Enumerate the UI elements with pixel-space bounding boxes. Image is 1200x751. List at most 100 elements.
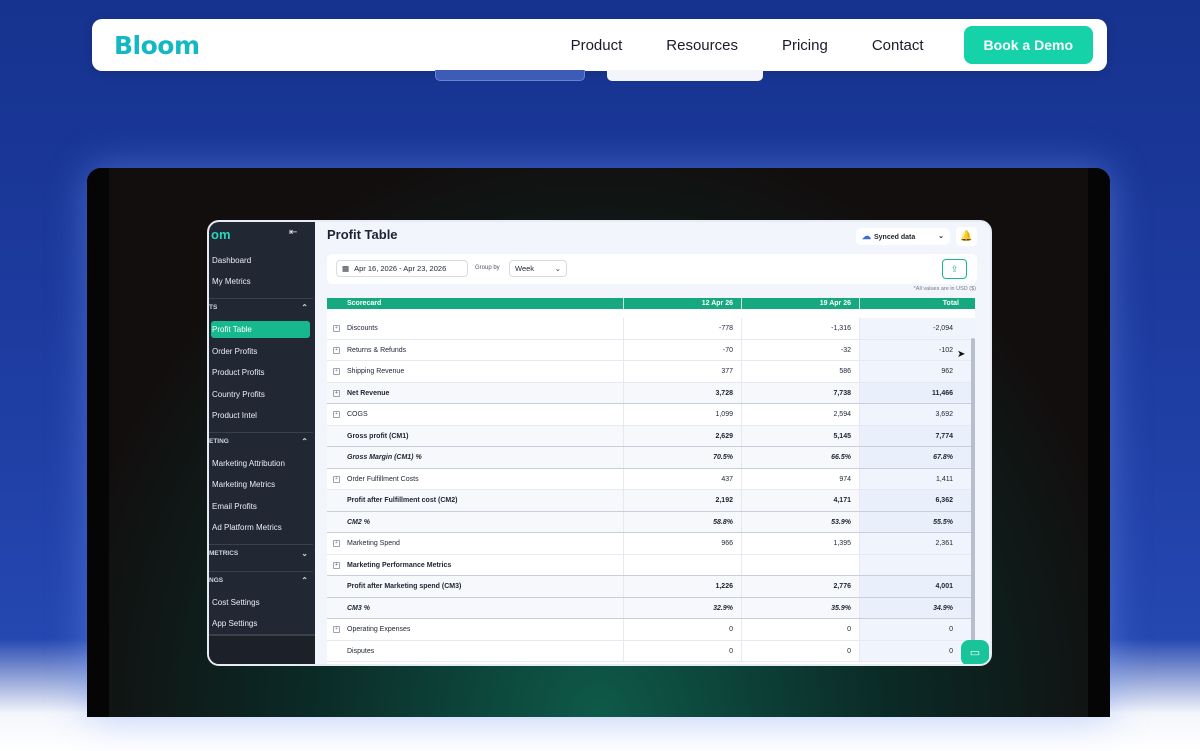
- column-header-total[interactable]: Total: [859, 298, 975, 309]
- table-row[interactable]: Profit after Fulfillment cost (CM2) 2,192…: [327, 490, 975, 512]
- table-row[interactable]: + Operating Expenses 0 0 0: [327, 619, 975, 641]
- table-cell: 974: [741, 468, 859, 489]
- expand-row-icon[interactable]: +: [333, 389, 340, 397]
- expand-row-icon[interactable]: +: [333, 561, 340, 569]
- group-by-select[interactable]: Week ⌄: [509, 260, 567, 277]
- table-cell: 3,728: [623, 382, 741, 403]
- nav-contact[interactable]: Contact: [872, 37, 924, 54]
- expand-row-icon[interactable]: +: [333, 346, 340, 354]
- bloom-logo[interactable]: Bloom: [114, 31, 200, 60]
- table-row[interactable]: + Shipping Revenue 377 586 962: [327, 361, 975, 383]
- table-row[interactable]: + COGS 1,099 2,594 3,692: [327, 404, 975, 426]
- chat-icon[interactable]: ▭: [961, 640, 989, 664]
- collapse-sidebar-icon[interactable]: ⇤: [289, 227, 297, 238]
- table-row[interactable]: Gross profit (CM1) 2,629 5,145 7,774: [327, 425, 975, 447]
- table-row[interactable]: CM3 % 32.9% 35.9% 34.9%: [327, 597, 975, 619]
- sidebar-section-profits[interactable]: TS ⌃: [209, 298, 313, 316]
- row-label: COGS: [347, 411, 368, 418]
- table-row[interactable]: Profit after Marketing spend (CM3) 1,226 2…: [327, 576, 975, 598]
- expand-row-icon[interactable]: +: [333, 325, 340, 332]
- synced-data-dropdown[interactable]: ☁ Synced data ⌄: [856, 228, 950, 245]
- sidebar-item-ad-platform-metrics[interactable]: Ad Platform Metrics: [211, 519, 310, 536]
- sidebar-section-settings[interactable]: NGS ⌃: [209, 571, 313, 589]
- table-row[interactable]: CM2 % 58.8% 53.9% 55.5%: [327, 511, 975, 533]
- table-cell: 2,594: [741, 404, 859, 425]
- table-cell: 58.8%: [623, 511, 741, 532]
- table-cell: 437: [623, 468, 741, 489]
- sidebar-item-product-profits[interactable]: Product Profits: [211, 364, 310, 381]
- table-cell: 3,692: [859, 404, 975, 425]
- frame-edge-left: [87, 168, 109, 717]
- sidebar-item-marketing-attribution[interactable]: Marketing Attribution: [211, 455, 310, 472]
- chevron-up-icon: ⌃: [301, 303, 308, 312]
- table-cell: [623, 554, 741, 575]
- table-cell: -2,094: [859, 318, 975, 339]
- table-cell: 2,192: [623, 490, 741, 511]
- column-header-scorecard[interactable]: Scorecard: [347, 298, 381, 309]
- date-range-picker[interactable]: ▦ Apr 16, 2026 - Apr 23, 2026: [336, 260, 468, 277]
- book-demo-button[interactable]: Book a Demo: [963, 26, 1093, 64]
- chevron-up-icon: ⌃: [301, 437, 308, 446]
- table-cell: 1,395: [741, 533, 859, 554]
- table-row[interactable]: + Marketing Spend 966 1,395 2,361: [327, 533, 975, 555]
- table-row[interactable]: + Order Fulfillment Costs 437 974 1,411: [327, 468, 975, 490]
- column-header-week2[interactable]: 19 Apr 26: [741, 298, 859, 309]
- table-cell: 1,099: [623, 404, 741, 425]
- table-cell: 4,171: [741, 490, 859, 511]
- sidebar-section-metrics[interactable]: METRICS ⌄: [209, 544, 313, 562]
- app-screenshot: om ⇤ Dashboard My Metrics TS ⌃ Profit Tab…: [207, 220, 992, 666]
- bell-icon[interactable]: 🔔: [956, 227, 977, 246]
- nav-resources[interactable]: Resources: [666, 37, 738, 54]
- sidebar-item-order-profits[interactable]: Order Profits: [211, 343, 310, 360]
- table-cell: 7,774: [859, 425, 975, 446]
- table-row[interactable]: + Net Revenue 3,728 7,738 11,466: [327, 382, 975, 404]
- table-cell: -32: [741, 339, 859, 360]
- chevron-down-icon: ⌄: [554, 264, 561, 273]
- calendar-icon: ▦: [342, 264, 350, 273]
- sidebar-item-dashboard[interactable]: Dashboard: [211, 252, 310, 269]
- row-label: Order Fulfillment Costs: [347, 475, 419, 483]
- table-cell: -1,316: [741, 318, 859, 339]
- sidebar-item-email-profits[interactable]: Email Profits: [211, 498, 310, 515]
- table-cell: 5,145: [741, 425, 859, 446]
- nav-pricing[interactable]: Pricing: [782, 37, 828, 54]
- sidebar-logo: om: [211, 227, 231, 242]
- table-cell: 66.5%: [741, 447, 859, 468]
- column-header-week1[interactable]: 12 Apr 26: [623, 298, 741, 309]
- sidebar-section-marketing[interactable]: ETING ⌃: [209, 432, 313, 450]
- sidebar-item-app-settings[interactable]: App Settings: [211, 615, 310, 632]
- expand-row-icon[interactable]: +: [333, 368, 340, 375]
- nav-product[interactable]: Product: [571, 37, 623, 54]
- row-label: Marketing Performance Metrics: [347, 561, 452, 569]
- export-icon[interactable]: ⇪: [942, 259, 967, 279]
- table-cell: 962: [859, 361, 975, 382]
- expand-row-icon[interactable]: +: [333, 411, 340, 418]
- sidebar-item-country-profits[interactable]: Country Profits: [211, 386, 310, 403]
- expand-row-icon[interactable]: +: [333, 626, 340, 633]
- table-cell: 1,226: [623, 576, 741, 597]
- table-row[interactable]: Gross Margin (CM1) % 70.5% 66.5% 67.8%: [327, 447, 975, 469]
- table-scrollbar[interactable]: [971, 338, 975, 658]
- currency-note: *All values are in USD ($): [913, 286, 976, 292]
- row-label: Marketing Spend: [347, 540, 400, 547]
- table-row[interactable]: + Marketing Performance Metrics: [327, 554, 975, 576]
- table-row[interactable]: Disputes 0 0 0: [327, 640, 975, 662]
- sidebar-item-cost-settings[interactable]: Cost Settings: [211, 594, 310, 611]
- sidebar-item-marketing-metrics[interactable]: Marketing Metrics: [211, 476, 310, 493]
- sidebar-item-my-metrics[interactable]: My Metrics: [211, 273, 310, 290]
- sidebar-item-profit-table[interactable]: Profit Table: [211, 321, 310, 338]
- table-cell: 0: [859, 640, 975, 661]
- row-label: Net Revenue: [347, 389, 390, 397]
- frame-edge-right: [1088, 168, 1110, 717]
- nav-links: Product Resources Pricing Contact Book a…: [549, 26, 1093, 64]
- expand-row-icon[interactable]: +: [333, 475, 340, 483]
- sidebar-footer: [209, 634, 315, 664]
- table-cell: 2,776: [741, 576, 859, 597]
- group-by-value: Week: [515, 264, 535, 273]
- section-label: ETING: [209, 438, 229, 445]
- expand-row-icon[interactable]: +: [333, 540, 340, 547]
- table-cell: 0: [741, 619, 859, 640]
- table-row[interactable]: + Returns & Refunds -70 -32 -102: [327, 339, 975, 361]
- sidebar-item-product-intel[interactable]: Product Intel: [211, 407, 310, 424]
- table-row[interactable]: + Discounts -778 -1,316 -2,094: [327, 318, 975, 340]
